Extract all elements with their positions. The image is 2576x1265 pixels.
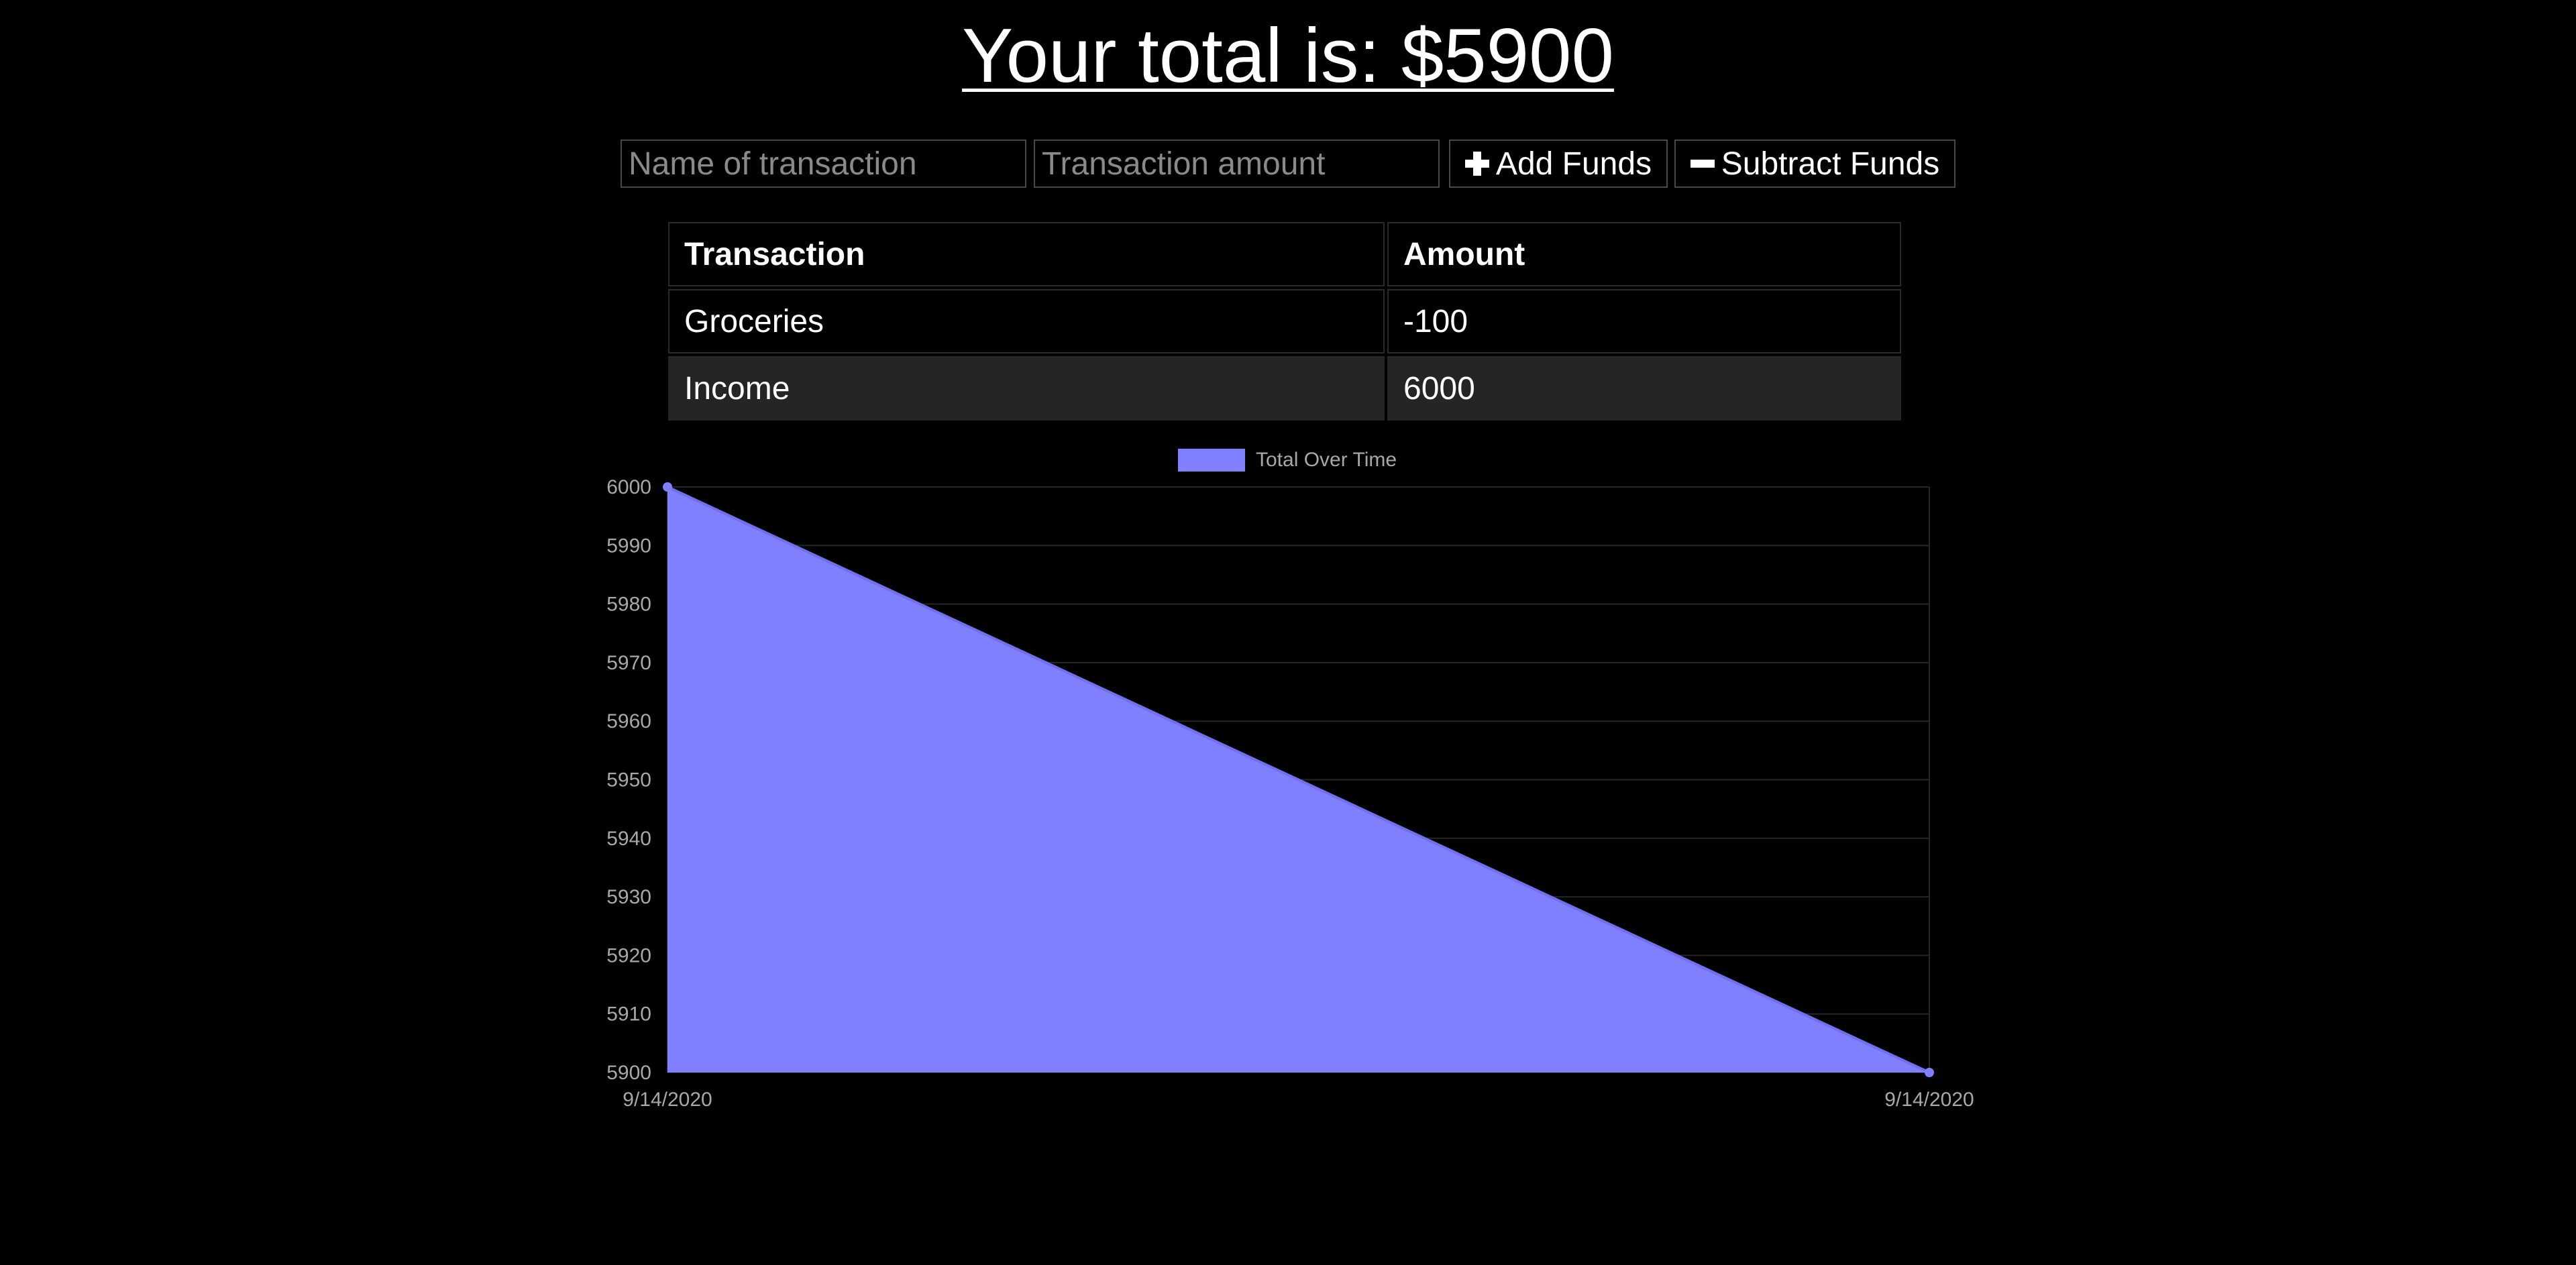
y-tick-label: 5990 [606,535,651,557]
legend-swatch [1178,449,1245,472]
y-tick-label: 5920 [606,944,651,967]
y-tick-label: 5900 [606,1062,651,1084]
x-tick-label: 9/14/2020 [1884,1089,1974,1111]
total-over-time-chart: 6000 5990 5980 5970 5960 5950 5940 5930 5920 5910… [606,449,1974,1111]
data-point [1925,1068,1934,1077]
y-tick-label: 5960 [606,710,651,732]
legend-label: Total Over Time [1256,449,1397,471]
x-tick-label: 9/14/2020 [623,1089,712,1111]
y-tick-label: 5950 [606,769,651,791]
y-tick-label: 5930 [606,886,651,908]
y-tick-label: 5940 [606,828,651,850]
y-tick-label: 5980 [606,594,651,616]
y-tick-label: 5970 [606,652,651,674]
y-tick-label: 6000 [606,476,651,498]
y-tick-label: 5910 [606,1003,651,1026]
data-point [663,482,672,492]
